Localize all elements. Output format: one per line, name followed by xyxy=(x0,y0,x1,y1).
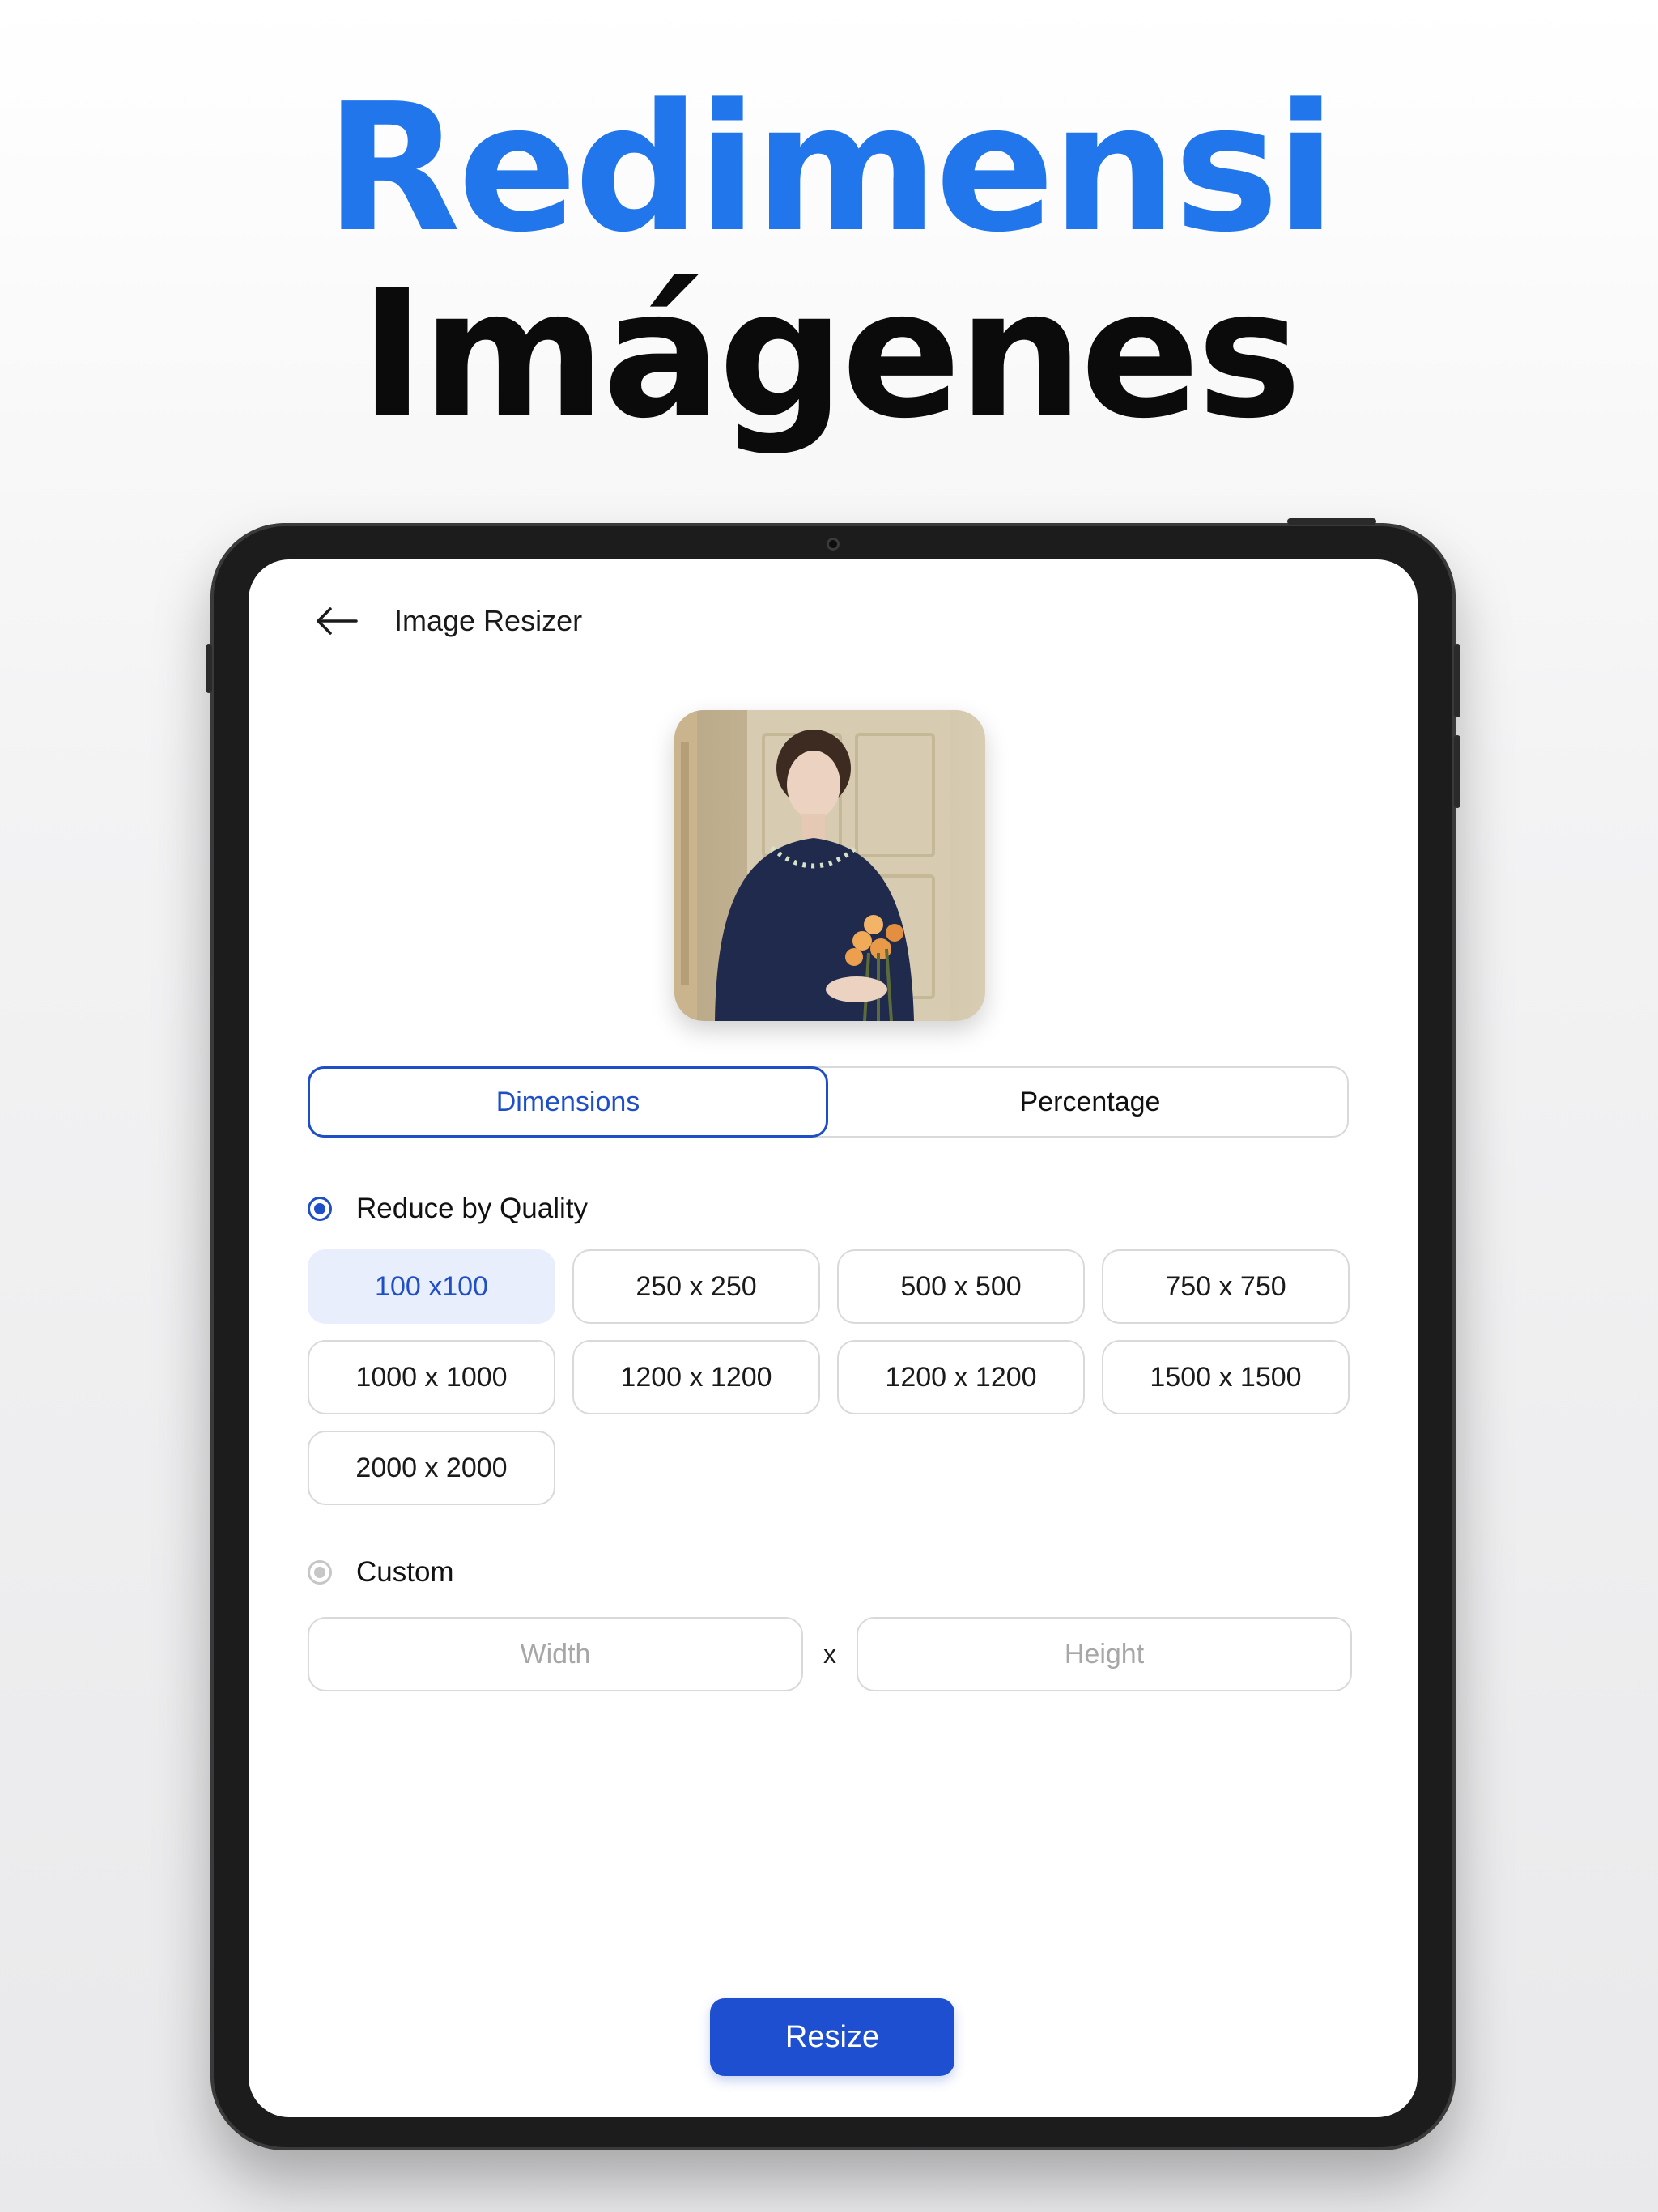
tablet-volume-down-button xyxy=(1454,735,1460,808)
reduce-by-quality-option[interactable]: Reduce by Quality xyxy=(308,1193,588,1225)
tablet-volume-up-button xyxy=(1454,644,1460,717)
radio-unselected-icon xyxy=(308,1560,332,1585)
reduce-by-quality-label: Reduce by Quality xyxy=(356,1193,588,1224)
custom-size-inputs: x xyxy=(308,1617,1352,1691)
custom-option[interactable]: Custom xyxy=(308,1556,454,1589)
back-button[interactable] xyxy=(308,597,365,645)
size-chip[interactable]: 750 x 750 xyxy=(1102,1249,1350,1324)
tab-dimensions[interactable]: Dimensions xyxy=(308,1066,828,1138)
size-chip[interactable]: 2000 x 2000 xyxy=(308,1431,555,1505)
tab-percentage[interactable]: Percentage xyxy=(830,1066,1350,1138)
dimension-separator: x xyxy=(823,1639,836,1669)
app-bar: Image Resizer xyxy=(249,559,1418,681)
app-screen: Image Resizer Dimensions Percentage Redu… xyxy=(249,559,1418,2117)
headline-subtitle: Imágenes xyxy=(359,253,1302,457)
tablet-side-button xyxy=(206,644,212,693)
portrait-photo xyxy=(674,710,985,1021)
front-camera xyxy=(827,538,840,551)
arrow-left-icon xyxy=(317,607,358,635)
tablet-frame: Image Resizer Dimensions Percentage Redu… xyxy=(206,518,1460,2150)
app-title: Image Resizer xyxy=(394,604,583,637)
size-chip[interactable]: 500 x 500 xyxy=(837,1249,1085,1324)
resize-button[interactable]: Resize xyxy=(710,1998,954,2076)
size-chip[interactable]: 100 x100 xyxy=(308,1249,555,1324)
size-chip[interactable]: 1200 x 1200 xyxy=(572,1340,820,1414)
size-chip[interactable]: 1000 x 1000 xyxy=(308,1340,555,1414)
radio-selected-icon xyxy=(308,1197,332,1221)
custom-label: Custom xyxy=(356,1556,454,1588)
height-input[interactable] xyxy=(857,1617,1352,1691)
tablet-top-button xyxy=(1287,518,1376,525)
size-chip[interactable]: 1500 x 1500 xyxy=(1102,1340,1350,1414)
size-chip[interactable]: 250 x 250 xyxy=(572,1249,820,1324)
width-input[interactable] xyxy=(308,1617,803,1691)
headline-title: Redimensi xyxy=(325,66,1336,271)
image-preview[interactable] xyxy=(674,710,985,1021)
size-chip[interactable]: 1200 x 1200 xyxy=(837,1340,1085,1414)
mode-tabs: Dimensions Percentage xyxy=(308,1066,1349,1138)
